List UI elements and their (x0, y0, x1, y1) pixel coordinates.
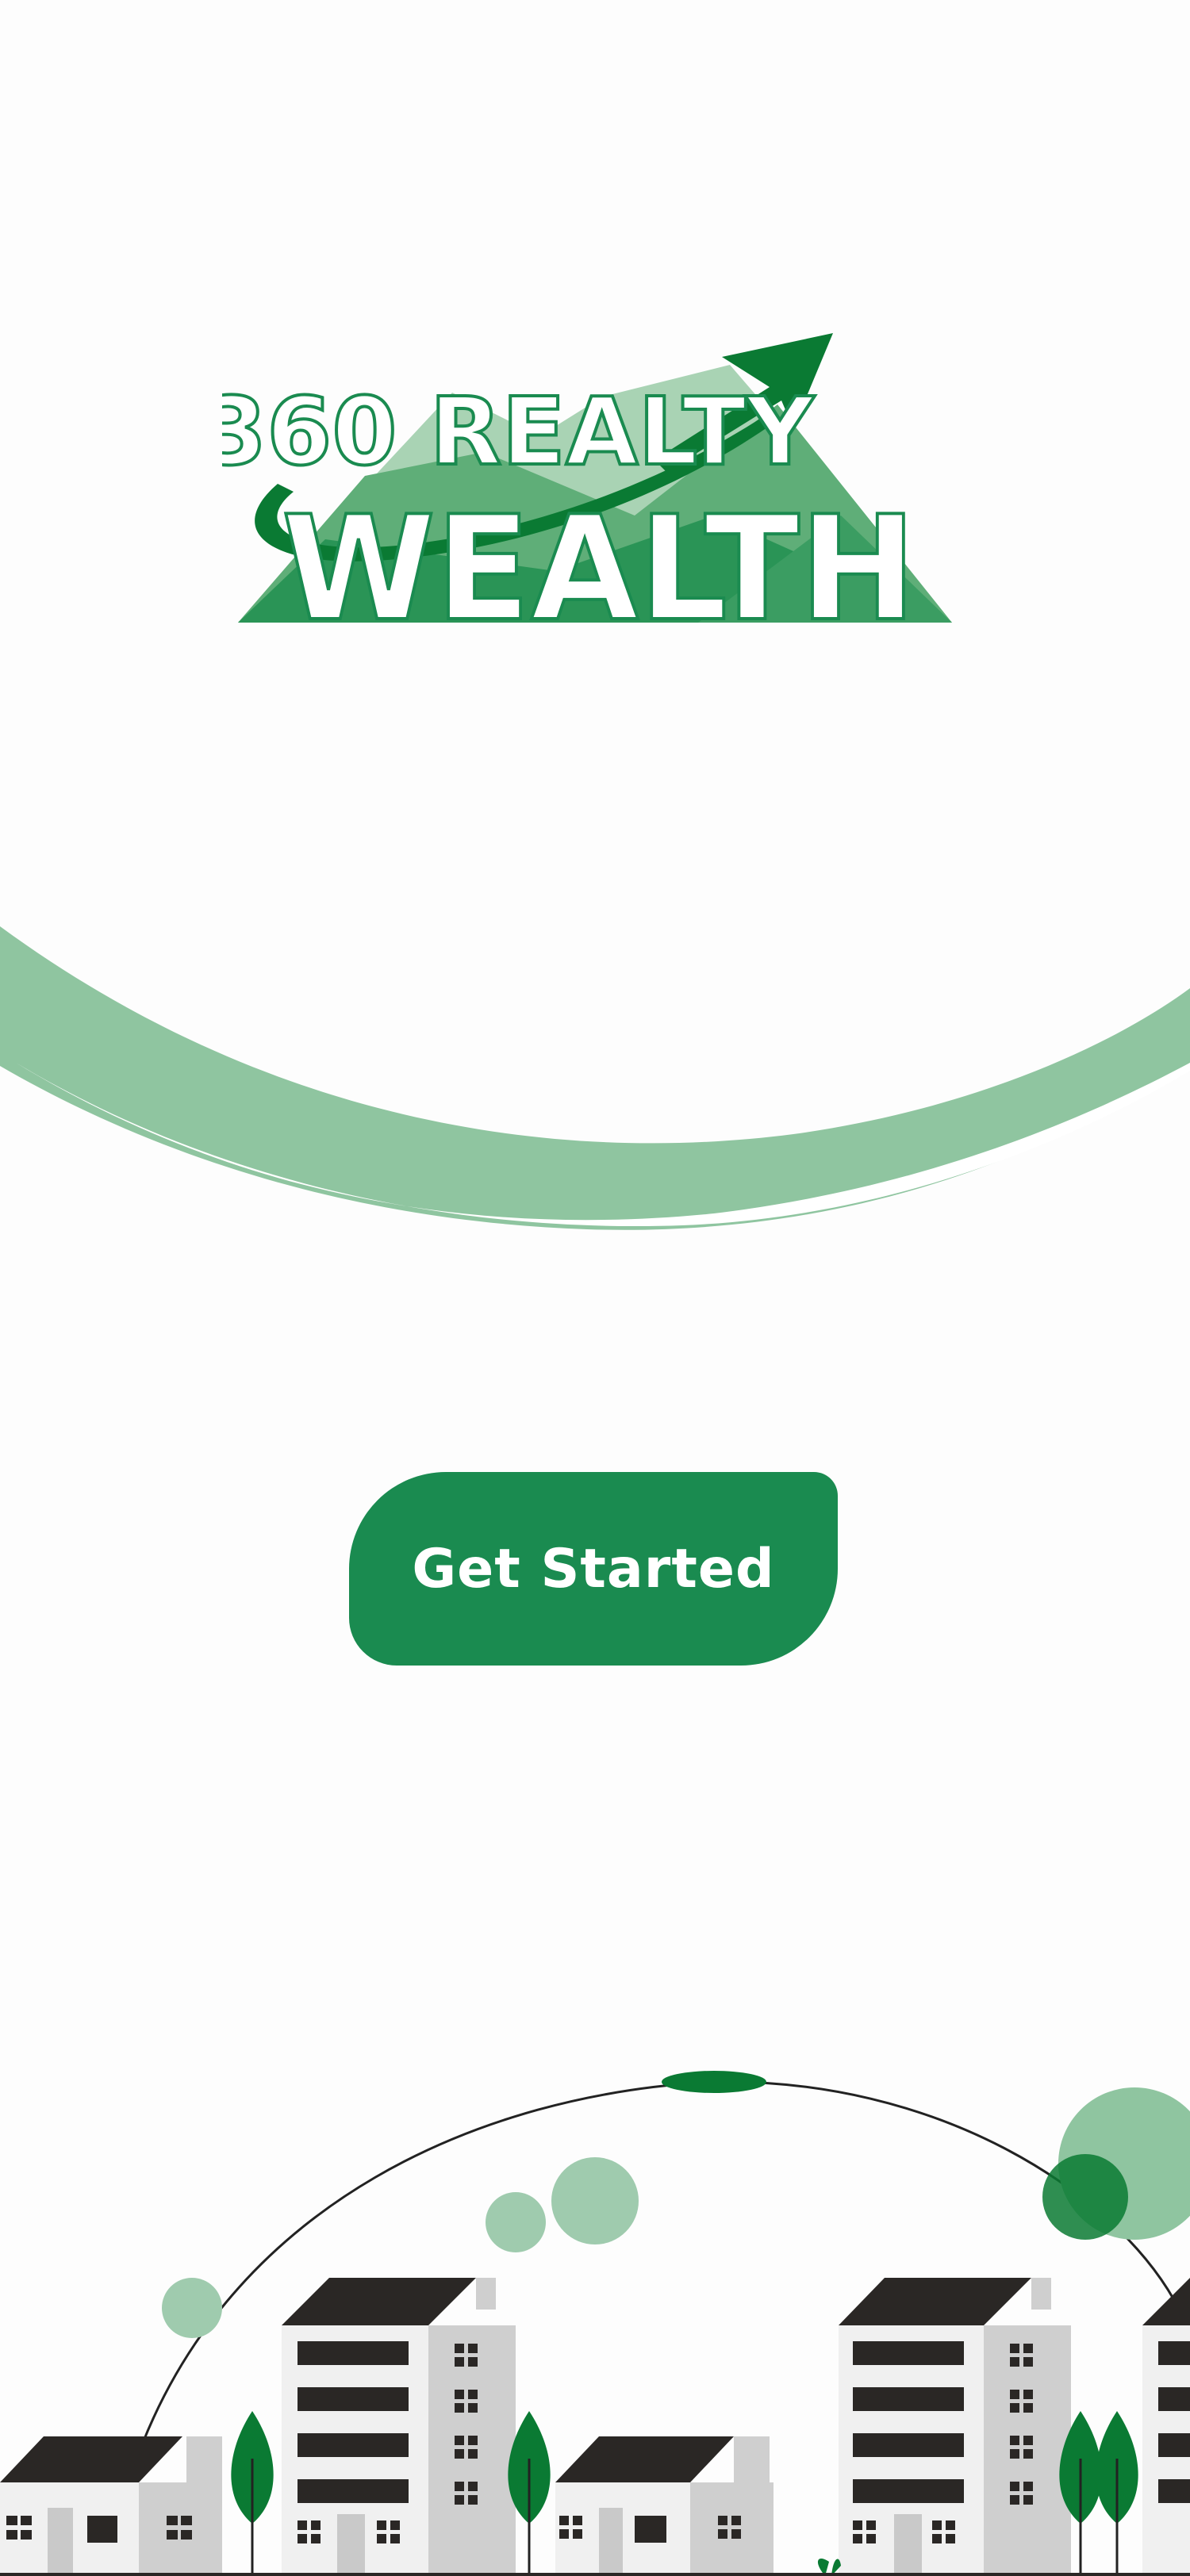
tree (1096, 2411, 1138, 2576)
tower-far-right (1142, 2278, 1190, 2576)
logo-text-line2: WEALTH (282, 485, 916, 634)
tower-left (282, 2278, 516, 2576)
decorative-swoosh (0, 904, 1190, 1348)
brand-logo: 360 REALTY WEALTH (222, 333, 968, 634)
deco-circle (1042, 2154, 1128, 2240)
house-middle (555, 2436, 774, 2576)
deco-circle (551, 2157, 639, 2244)
house-left (0, 2436, 222, 2576)
city-illustration (0, 2046, 1190, 2576)
deco-circle (486, 2192, 546, 2252)
deco-circle (162, 2278, 222, 2338)
tree (231, 2411, 274, 2576)
arc-top-marker (662, 2071, 766, 2093)
tower-right (839, 2278, 1071, 2576)
get-started-button[interactable]: Get Started (349, 1472, 838, 1666)
swoosh-band (0, 926, 1190, 1230)
logo-text-line1: 360 REALTY (222, 377, 815, 486)
